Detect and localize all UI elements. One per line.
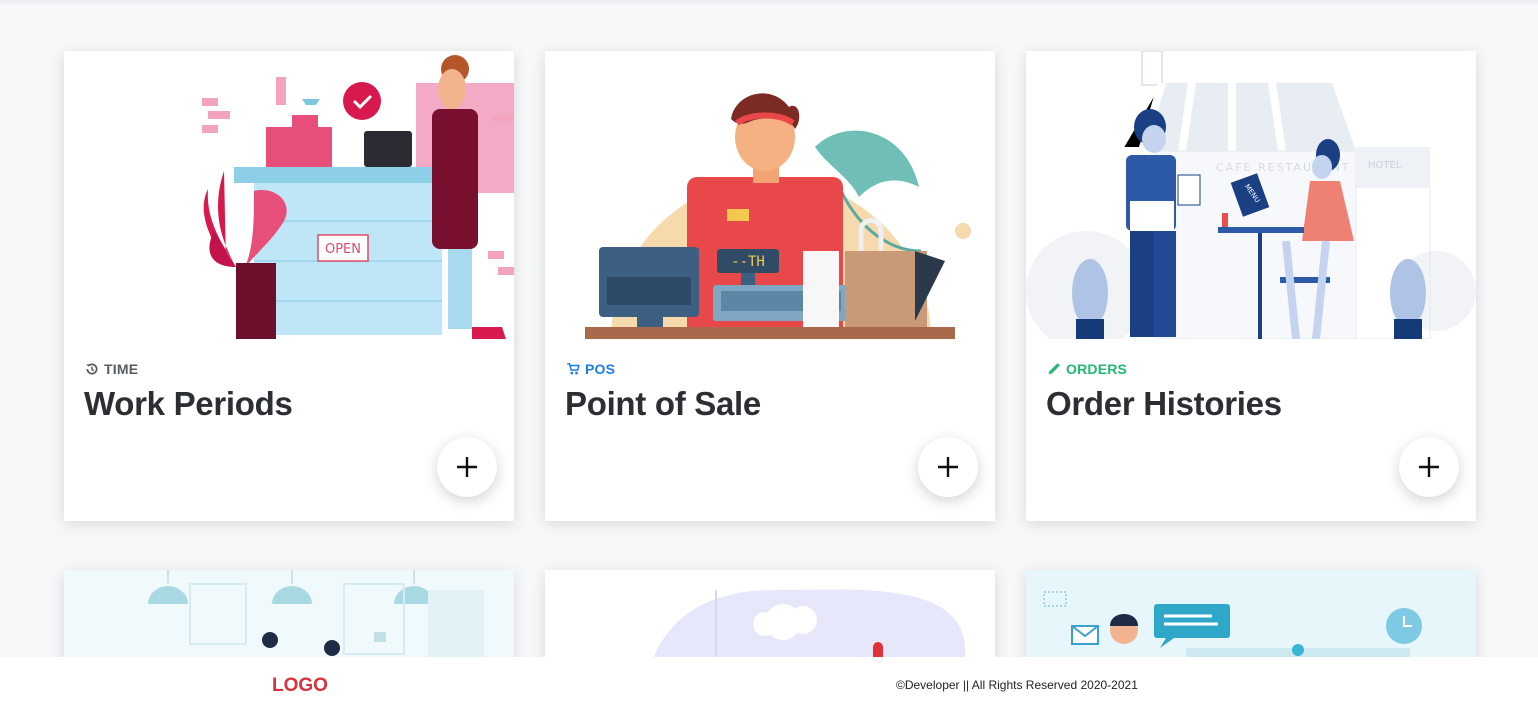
restaurant-waiter-illustration: CAFE RESTAURANT HOTEL MENU xyxy=(1026,51,1476,339)
card-title: Point of Sale xyxy=(565,385,761,422)
card-point-of-sale[interactable]: --TH POS Point of Sale xyxy=(545,51,995,521)
add-button[interactable] xyxy=(918,437,978,497)
cafe-counter-illustration: OPEN xyxy=(202,55,514,339)
history-icon xyxy=(86,363,98,375)
card-order-histories[interactable]: CAFE RESTAURANT HOTEL MENU ORDERS Order … xyxy=(1026,51,1476,521)
card-work-periods[interactable]: OPEN TIME Work Periods xyxy=(64,51,514,521)
plus-icon xyxy=(457,457,477,477)
category-text: ORDERS xyxy=(1066,361,1128,377)
svg-text:OPEN: OPEN xyxy=(325,242,361,257)
category-text: POS xyxy=(585,361,616,377)
category-label: POS xyxy=(566,361,615,377)
footer: LOGO ©Developer || All Rights Reserved 2… xyxy=(0,657,1538,710)
footer-logo[interactable]: LOGO xyxy=(272,675,328,697)
cart-icon xyxy=(567,362,580,375)
cashier-illustration: --TH xyxy=(585,93,971,339)
card-title: Order Histories xyxy=(1046,385,1282,422)
pencil-icon xyxy=(1048,363,1060,375)
svg-text:HOTEL: HOTEL xyxy=(1368,160,1402,171)
add-button[interactable] xyxy=(1399,437,1459,497)
plus-icon xyxy=(1419,457,1439,477)
plus-icon xyxy=(938,457,958,477)
copyright-text: ©Developer || All Rights Reserved 2020-2… xyxy=(896,678,1138,692)
svg-text:--TH: --TH xyxy=(731,254,765,270)
card-title: Work Periods xyxy=(84,385,293,422)
category-label: TIME xyxy=(85,361,138,377)
category-label: ORDERS xyxy=(1047,361,1127,377)
add-button[interactable] xyxy=(437,437,497,497)
top-bar xyxy=(0,0,1538,3)
category-text: TIME xyxy=(104,361,139,377)
